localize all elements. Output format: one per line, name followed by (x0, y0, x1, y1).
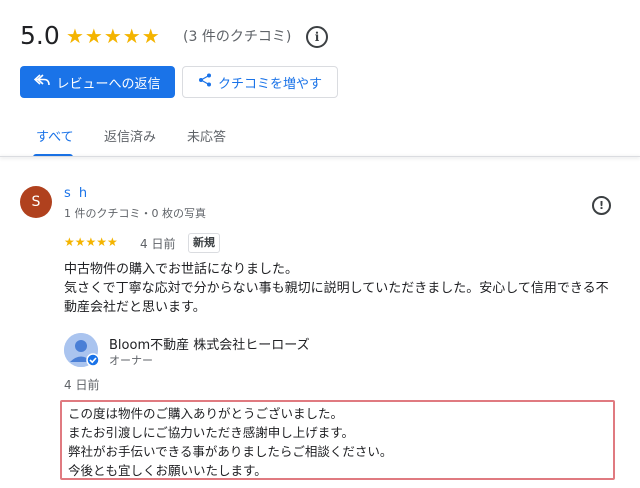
owner-role: オーナー (109, 354, 153, 367)
tabs-divider (0, 156, 640, 157)
reply-arrow-icon (34, 73, 51, 91)
reply-text-line: 弊社がお手伝いできる事がありましたらご相談ください。 (68, 444, 393, 459)
share-icon (198, 73, 212, 91)
report-icon[interactable]: ! (592, 196, 611, 215)
review-text: 中古物件の購入でお世話になりました。 気さくで丁寧な応対で分からない事も親切に説… (64, 260, 624, 317)
review-count: (3 件のクチコミ) (183, 29, 292, 45)
reply-text-line: またお引渡しにご協力いただき感謝申し上げます。 (68, 425, 355, 440)
owner-name: Bloom不動産 株式会社ヒーローズ (109, 338, 310, 353)
review-stars: ★★★★★ (64, 235, 118, 249)
info-icon[interactable]: i (306, 26, 328, 48)
owner-reply-box: この度は物件のご購入ありがとうございました。 またお引渡しにご協力いただき感謝申… (60, 400, 615, 480)
get-more-reviews-label: クチコミを増やす (217, 76, 322, 92)
reply-date: 4 日前 (64, 378, 100, 392)
reviewer-name[interactable]: s h (64, 186, 89, 201)
new-badge: 新規 (188, 233, 220, 253)
reply-text-line: 今後とも宜しくお願いいたします。 (68, 463, 267, 478)
owner-avatar (64, 333, 100, 367)
reply-text-line: この度は物件のご購入ありがとうございました。 (68, 406, 344, 421)
reviewer-avatar[interactable]: S (20, 186, 52, 218)
reviewer-meta: 1 件のクチコミ・0 枚の写真 (64, 207, 206, 220)
review-text-line: 動産会社だと思います。 (64, 300, 206, 315)
review-filter-tabs: すべて 返信済み 未応答 (0, 116, 640, 157)
review-date: 4 日前 (140, 237, 176, 251)
rating-stars: ★★★★★ (66, 24, 161, 48)
get-more-reviews-button[interactable]: クチコミを増やす (182, 66, 338, 98)
review-text-line: 気さくで丁寧な応対で分からない事も親切に説明していただきました。安心して信用でき… (64, 281, 609, 296)
reply-button-label: レビューへの返信 (56, 76, 161, 92)
tab-replied[interactable]: 返信済み (104, 126, 156, 145)
tab-unanswered[interactable]: 未応答 (187, 126, 226, 145)
average-rating: 5.0 (20, 21, 60, 50)
tab-all[interactable]: すべて (36, 126, 74, 145)
review-text-line: 中古物件の購入でお世話になりました。 (64, 262, 299, 277)
reply-to-reviews-button[interactable]: レビューへの返信 (20, 66, 175, 98)
